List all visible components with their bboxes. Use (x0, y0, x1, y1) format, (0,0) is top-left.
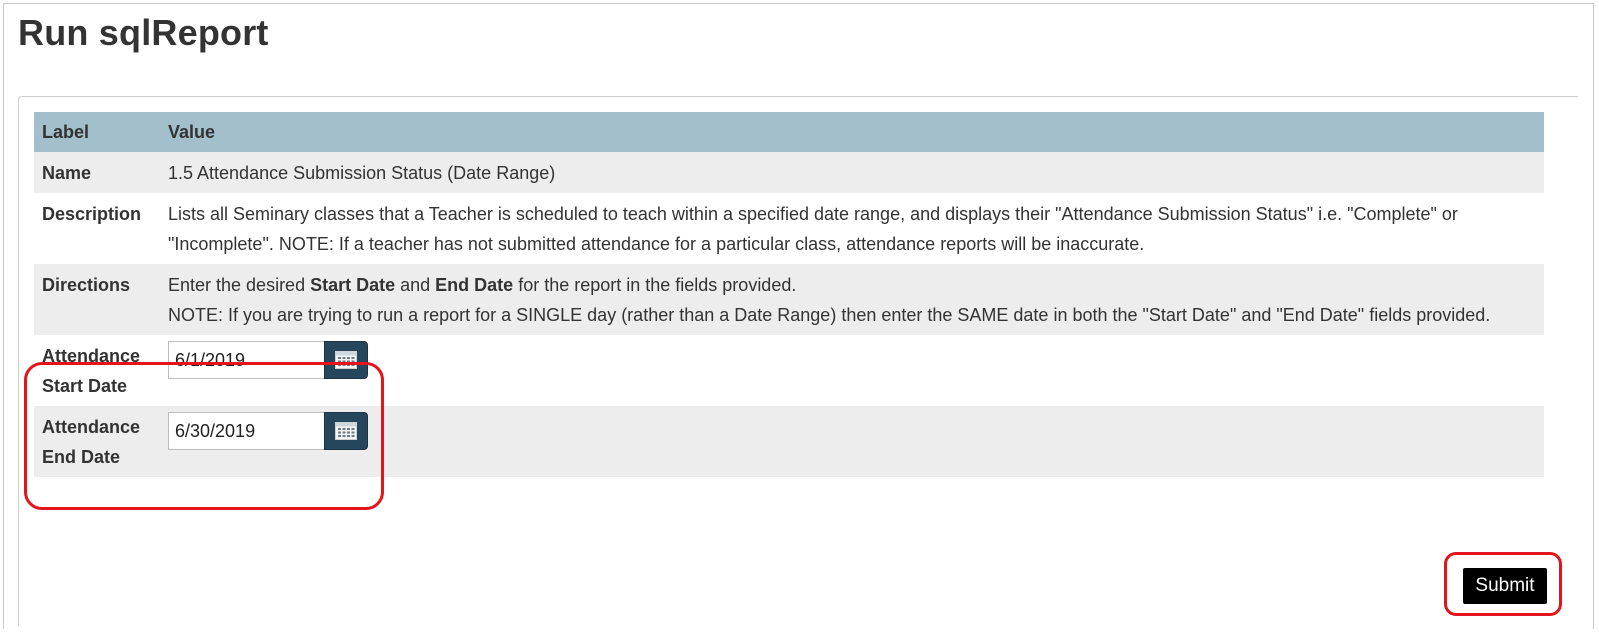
column-header-label: Label (34, 112, 160, 152)
description-label: Description (34, 193, 160, 264)
start-date-label-line2: Start Date (42, 376, 128, 396)
report-parameters-table: Label Value Name 1.5 Attendance Submissi… (34, 112, 1544, 477)
directions-note: NOTE: If you are trying to run a report … (168, 305, 1491, 325)
end-date-label-line2: End Date (42, 447, 121, 467)
directions-label: Directions (34, 264, 160, 335)
start-date-field (168, 341, 1536, 379)
directions-value: Enter the desired Start Date and End Dat… (160, 264, 1544, 335)
directions-line1: Enter the desired Start Date and End Dat… (168, 270, 1536, 300)
name-label: Name (34, 152, 160, 193)
name-value: 1.5 Attendance Submission Status (Date R… (160, 152, 1544, 193)
end-date-label-line1: Attendance (42, 417, 141, 437)
column-header-value: Value (160, 112, 1544, 152)
end-date-label: Attendance End Date (34, 406, 160, 477)
submit-button[interactable]: Submit (1463, 568, 1547, 604)
table-row-name: Name 1.5 Attendance Submission Status (D… (34, 152, 1544, 193)
description-value: Lists all Seminary classes that a Teache… (160, 193, 1544, 264)
directions-end-date-bold: End Date (435, 275, 514, 295)
start-date-cell (160, 335, 1544, 406)
end-date-field (168, 412, 1536, 450)
directions-text: for the report in the fields provided. (513, 275, 797, 295)
table-header-row: Label Value (34, 112, 1544, 152)
start-date-input[interactable] (168, 341, 324, 379)
table-row-end-date: Attendance End Date (34, 406, 1544, 477)
page-title: Run sqlReport (18, 12, 269, 53)
calendar-icon (335, 351, 357, 369)
start-date-label: Attendance Start Date (34, 335, 160, 406)
table-row-description: Description Lists all Seminary classes t… (34, 193, 1544, 264)
end-date-calendar-button[interactable] (324, 412, 368, 450)
directions-start-date-bold: Start Date (310, 275, 396, 295)
directions-text: and (395, 275, 436, 295)
start-date-calendar-button[interactable] (324, 341, 368, 379)
calendar-icon (335, 422, 357, 440)
directions-text: Enter the desired (168, 275, 311, 295)
table-row-directions: Directions Enter the desired Start Date … (34, 264, 1544, 335)
table-row-start-date: Attendance Start Date (34, 335, 1544, 406)
end-date-cell (160, 406, 1544, 477)
end-date-input[interactable] (168, 412, 324, 450)
start-date-label-line1: Attendance (42, 346, 141, 366)
